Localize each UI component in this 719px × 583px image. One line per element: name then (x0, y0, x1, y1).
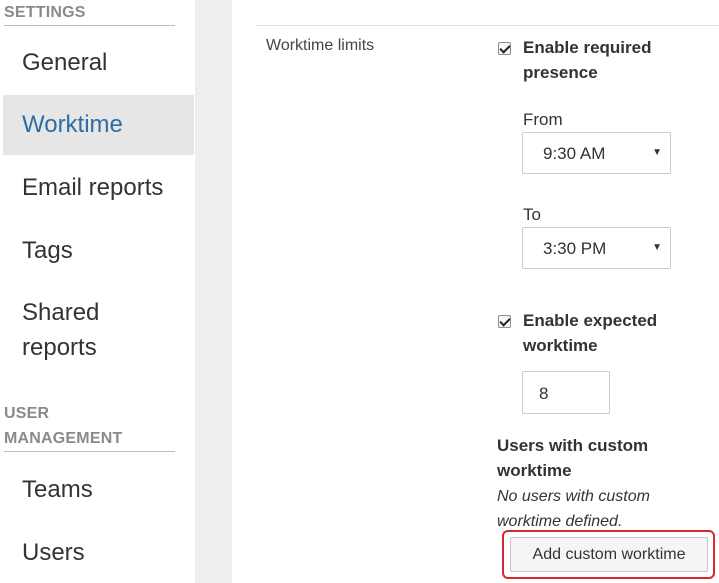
from-time-select[interactable]: 9:30 AM ▼ (522, 132, 671, 174)
add-custom-worktime-button[interactable]: Add custom worktime (510, 537, 708, 572)
from-label: From (523, 110, 563, 129)
from-time-value: 9:30 AM (543, 144, 606, 163)
sidebar-item-tags[interactable]: Tags (3, 233, 194, 268)
sidebar-gutter (195, 0, 232, 583)
settings-page: SETTINGS General Worktime Email reports … (0, 0, 719, 583)
expected-worktime-checkbox[interactable] (498, 315, 511, 328)
to-time-select[interactable]: 3:30 PM ▼ (522, 227, 671, 269)
required-presence-label: Enable required presence (523, 38, 652, 82)
sidebar-item-email-reports[interactable]: Email reports (3, 170, 194, 205)
sidebar-item-worktime[interactable]: Worktime (3, 95, 194, 155)
chevron-down-icon: ▼ (652, 242, 662, 253)
sidebar-item-general[interactable]: General (3, 45, 194, 80)
custom-worktime-heading: Users with custom worktime (497, 436, 649, 480)
panel-divider (256, 25, 719, 26)
custom-worktime-empty-note: No users with custom worktime defined. (497, 488, 650, 530)
required-presence-checkbox[interactable] (498, 42, 511, 55)
user-management-heading: USER MANAGEMENT (4, 401, 175, 452)
expected-worktime-label: Enable expected worktime (523, 311, 658, 355)
worktime-limits-label: Worktime limits (266, 37, 375, 54)
expected-hours-value: 8 (539, 384, 549, 403)
settings-heading: SETTINGS (4, 0, 175, 26)
settings-sidebar: SETTINGS General Worktime Email reports … (0, 0, 195, 583)
sidebar-item-users[interactable]: Users (3, 535, 194, 570)
chevron-down-icon: ▼ (652, 147, 662, 158)
to-label: To (523, 205, 541, 224)
sidebar-item-shared-reports[interactable]: Shared reports (3, 295, 194, 365)
worktime-settings-panel: Worktime limits Enable required presence… (232, 0, 719, 583)
to-time-value: 3:30 PM (543, 239, 607, 258)
sidebar-item-teams[interactable]: Teams (3, 472, 194, 507)
expected-hours-input[interactable]: 8 (522, 371, 610, 414)
